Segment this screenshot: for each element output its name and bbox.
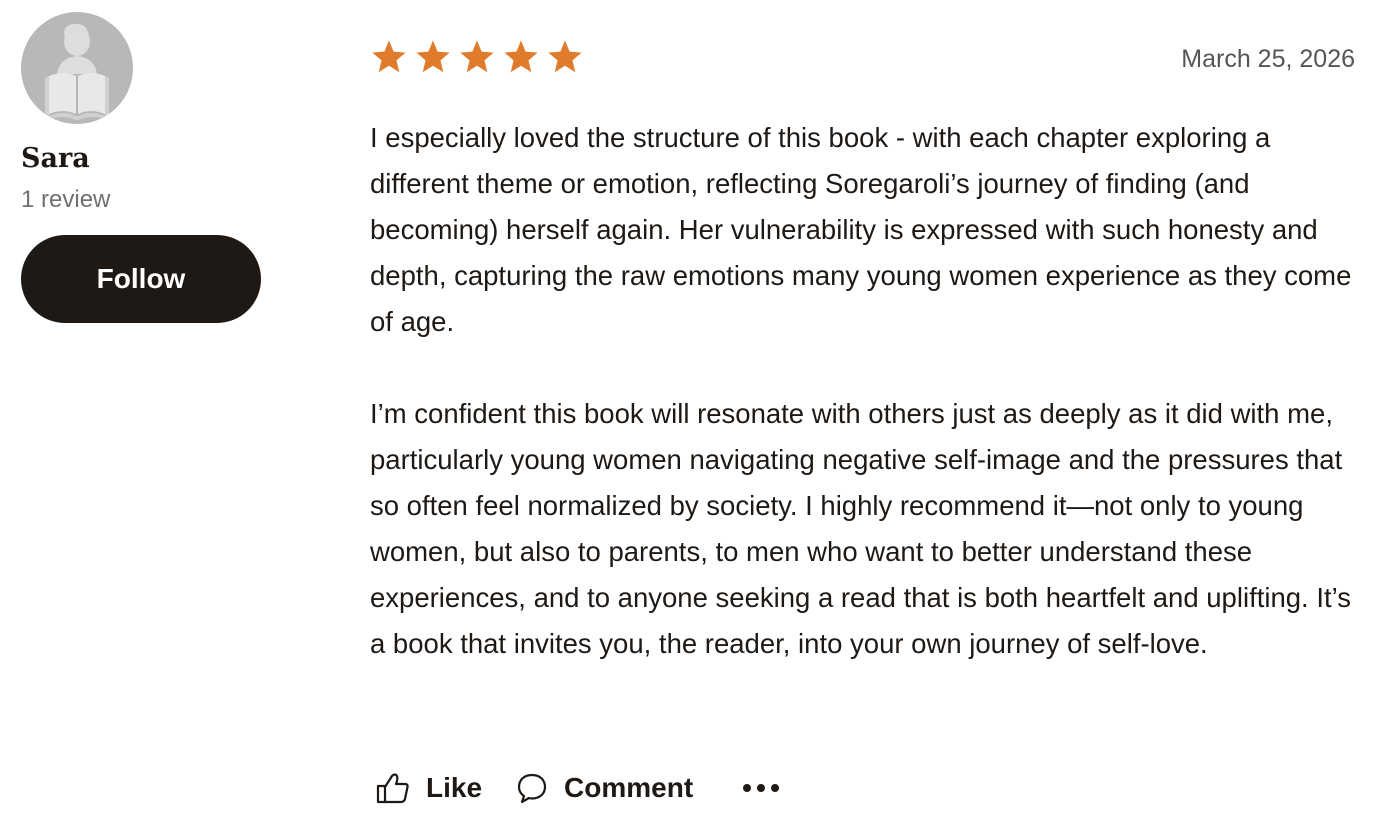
dot	[743, 784, 752, 792]
review-count: 1 review	[21, 186, 111, 213]
review-body: March 25, 2026 I especially loved the st…	[370, 36, 1355, 667]
star-icon[interactable]	[502, 38, 540, 76]
review-paragraph: I especially loved the structure of this…	[370, 122, 1352, 337]
star-rating	[370, 38, 584, 76]
rating-row: March 25, 2026	[370, 36, 1355, 84]
star-icon[interactable]	[414, 38, 452, 76]
star-icon[interactable]	[546, 38, 584, 76]
like-label: Like	[426, 772, 483, 803]
star-icon[interactable]	[370, 38, 408, 76]
like-button[interactable]: Like	[376, 772, 482, 804]
review-text: I especially loved the structure of this…	[370, 115, 1355, 667]
reviewer-panel: Sara 1 review Follow	[21, 12, 281, 323]
avatar[interactable]	[21, 12, 133, 124]
reviewer-name[interactable]: Sara	[21, 142, 281, 176]
dot	[771, 784, 780, 792]
dot	[757, 784, 766, 792]
star-icon[interactable]	[458, 38, 496, 76]
comment-label: Comment	[564, 772, 694, 803]
reader-silhouette-icon	[45, 23, 109, 120]
thumbs-up-icon	[376, 773, 409, 804]
review-date[interactable]: March 25, 2026	[1181, 44, 1355, 74]
more-options-icon[interactable]	[743, 766, 780, 810]
review-paragraph: I’m confident this book will resonate wi…	[370, 398, 1351, 659]
review-actions: Like Comment	[376, 766, 780, 810]
comment-button[interactable]: Comment	[516, 772, 693, 804]
comment-bubble-icon	[517, 773, 547, 804]
follow-button[interactable]: Follow	[21, 235, 261, 323]
